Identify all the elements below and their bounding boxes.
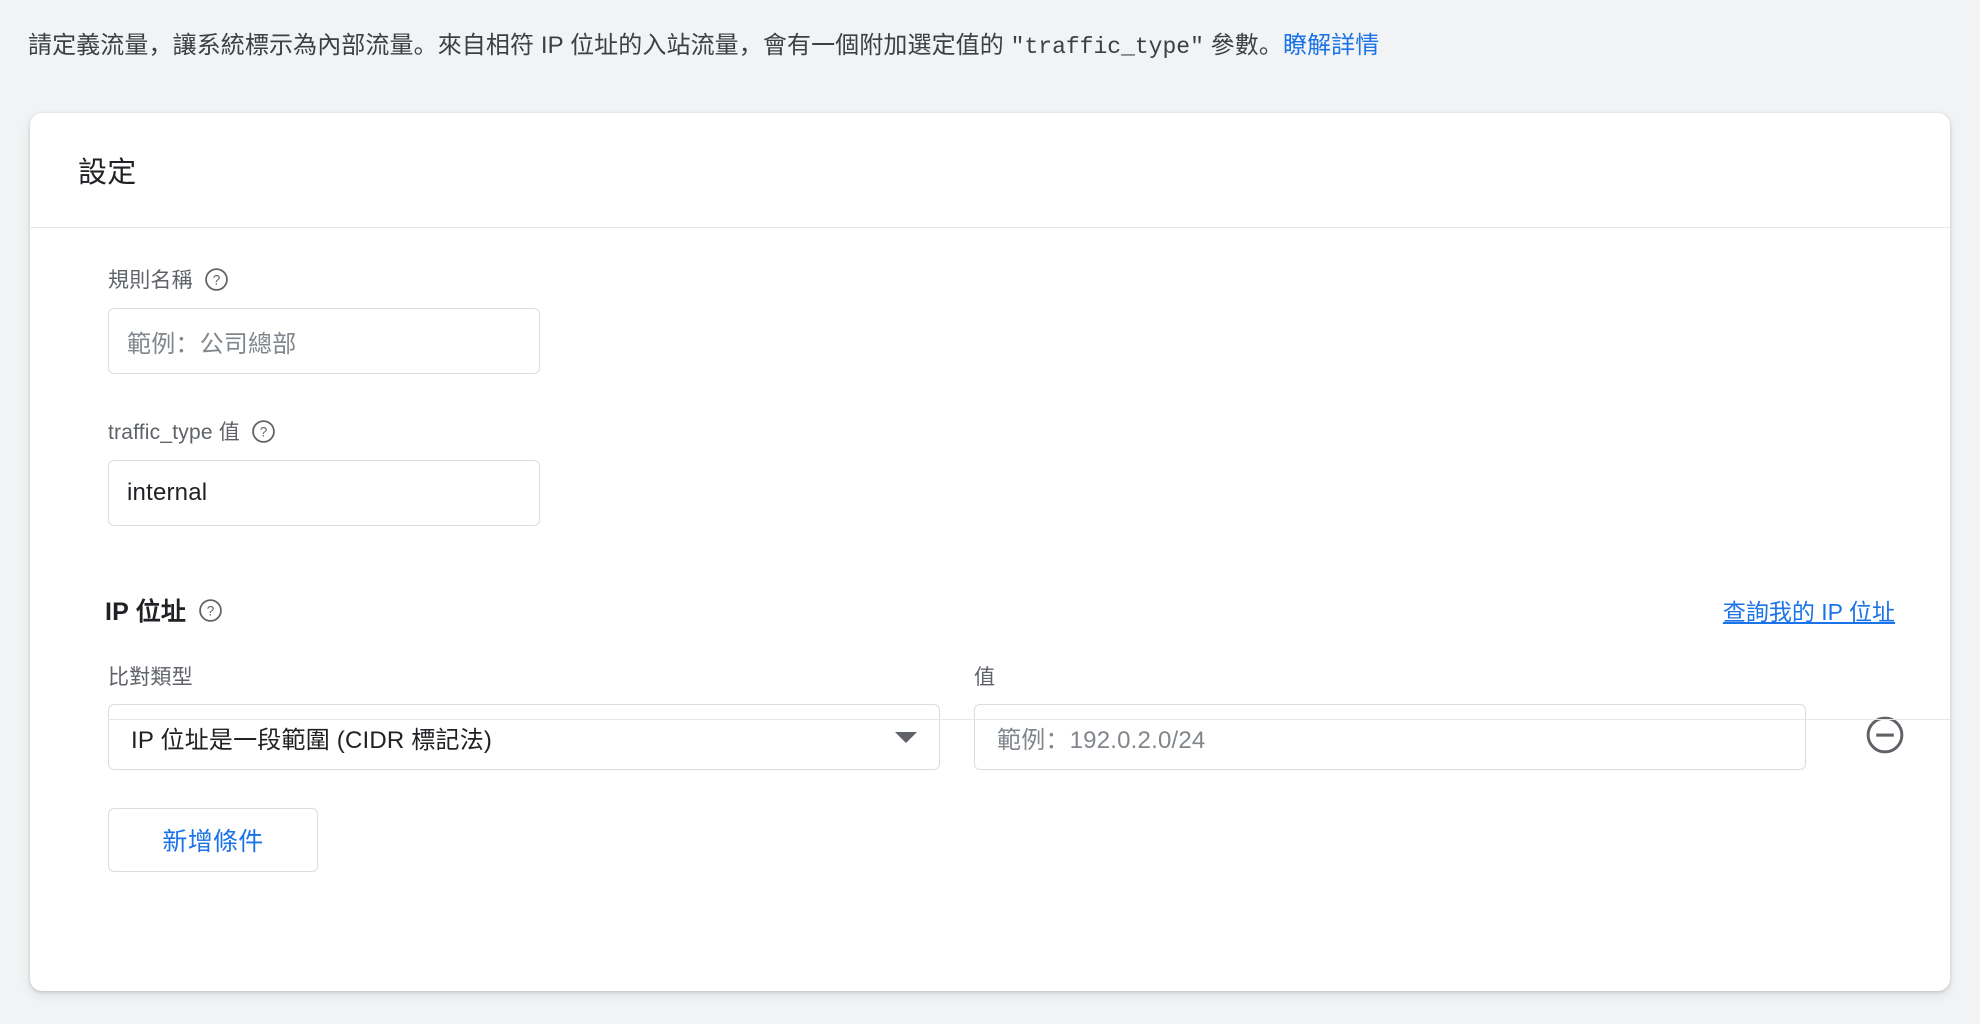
ip-value-placeholder: 範例：192.0.2.0/24 xyxy=(997,726,1206,754)
remove-condition-button[interactable] xyxy=(1862,704,1908,770)
info-banner-text: 請定義流量，讓系統標示為內部流量。來自相符 IP 位址的入站流量，會有一個附加選… xyxy=(28,29,1379,64)
page-title: 設定 xyxy=(78,157,137,189)
help-circle-icon[interactable]: ? xyxy=(251,419,276,444)
info-banner-code: "traffic_type" xyxy=(1010,33,1204,60)
rule-name-placeholder: 範例：公司總部 xyxy=(127,330,297,358)
svg-text:?: ? xyxy=(213,272,221,287)
traffic-type-label-row: traffic_type 值 ? xyxy=(108,416,1950,446)
ip-value-input[interactable]: 範例：192.0.2.0/24 xyxy=(974,704,1806,770)
settings-card: 設定 規則名稱 ? 範例：公司總部 traffic_type 值 ? inter… xyxy=(30,113,1950,991)
help-circle-icon[interactable]: ? xyxy=(204,267,229,292)
svg-text:?: ? xyxy=(260,424,268,439)
rule-name-field: 規則名稱 ? 範例：公司總部 xyxy=(30,228,1950,374)
rule-name-label-row: 規則名稱 ? xyxy=(108,264,1950,294)
value-label: 值 xyxy=(974,666,996,689)
match-type-selected-value: IP 位址是一段範圍 (CIDR 標記法) xyxy=(131,726,493,754)
chevron-down-icon[interactable] xyxy=(895,731,917,743)
traffic-type-input[interactable]: internal xyxy=(108,460,540,526)
card-body: 規則名稱 ? 範例：公司總部 traffic_type 值 ? internal… xyxy=(30,228,1950,872)
info-banner-text-part1: 請定義流量，讓系統標示為內部流量。來自相符 IP 位址的入站流量，會有一個附加選… xyxy=(28,31,1011,59)
traffic-type-value: internal xyxy=(127,479,208,506)
info-banner-text-part2: 參數。 xyxy=(1203,31,1283,59)
add-condition-button[interactable]: 新增條件 xyxy=(108,808,318,872)
section-divider xyxy=(108,719,1950,720)
match-type-select[interactable]: IP 位址是一段範圍 (CIDR 標記法) xyxy=(108,704,940,770)
info-banner: 請定義流量，讓系統標示為內部流量。來自相符 IP 位址的入站流量，會有一個附加選… xyxy=(0,0,1980,92)
traffic-type-label: traffic_type 值 xyxy=(108,421,240,444)
ip-section-title-wrap: IP 位址 ? xyxy=(105,592,223,628)
rule-name-label: 規則名稱 xyxy=(108,269,193,292)
traffic-type-field: traffic_type 值 ? internal xyxy=(30,374,1950,526)
match-type-label: 比對類型 xyxy=(108,666,193,689)
learn-more-link[interactable]: 瞭解詳情 xyxy=(1283,32,1379,59)
ip-section-header: IP 位址 ? 查詢我的 IP 位址 xyxy=(30,592,1950,628)
value-column: 值 範例：192.0.2.0/24 xyxy=(974,661,1806,770)
match-type-column: 比對類型 IP 位址是一段範圍 (CIDR 標記法) xyxy=(108,661,940,770)
svg-text:?: ? xyxy=(207,603,215,618)
page-root: 請定義流量，讓系統標示為內部流量。來自相符 IP 位址的入站流量，會有一個附加選… xyxy=(0,0,1980,1024)
card-header: 設定 xyxy=(30,113,1950,228)
ip-section-title: IP 位址 xyxy=(105,598,187,626)
ip-condition-row: 比對類型 IP 位址是一段範圍 (CIDR 標記法) 值 範例：192.0.2.… xyxy=(30,661,1950,770)
lookup-my-ip-link[interactable]: 查詢我的 IP 位址 xyxy=(1723,593,1895,627)
help-circle-icon[interactable]: ? xyxy=(198,598,223,623)
rule-name-input[interactable]: 範例：公司總部 xyxy=(108,308,540,374)
